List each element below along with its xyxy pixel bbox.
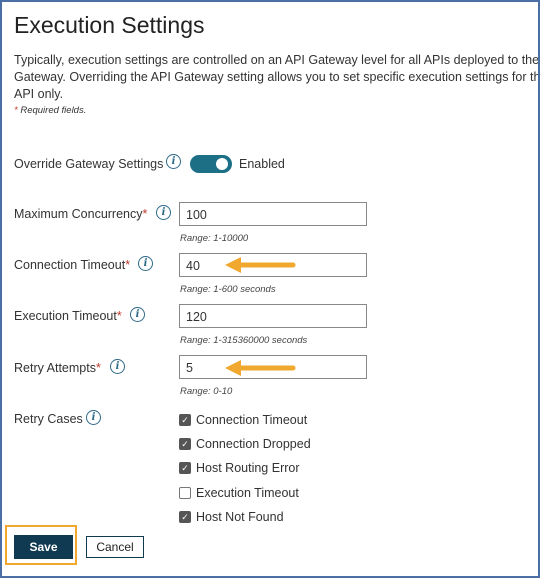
info-icon[interactable]: i xyxy=(130,307,145,322)
execution-timeout-label: Execution Timeout* xyxy=(14,309,122,323)
checkbox-checked-icon[interactable]: ✓ xyxy=(179,511,191,523)
retry-case-connection-dropped[interactable]: ✓ Connection Dropped xyxy=(179,437,311,451)
required-star: * xyxy=(116,309,122,323)
toggle-knob xyxy=(216,158,228,170)
max-concurrency-input[interactable]: 100 xyxy=(179,202,367,226)
execution-timeout-input[interactable]: 120 xyxy=(179,304,367,328)
required-note: * Required fields. xyxy=(14,105,86,116)
retry-attempts-hint: Range: 0-10 xyxy=(180,386,233,397)
checkbox-label: Execution Timeout xyxy=(196,486,299,500)
override-gateway-label: Override Gateway Settings xyxy=(14,157,164,171)
connection-timeout-label-text: Connection Timeout xyxy=(14,258,126,272)
arrow-left-icon xyxy=(225,360,296,376)
checkbox-checked-icon[interactable]: ✓ xyxy=(179,414,191,426)
retry-attempts-label: Retry Attempts* xyxy=(14,361,101,375)
retry-case-connection-timeout[interactable]: ✓ Connection Timeout xyxy=(179,413,307,427)
description-line: API only. xyxy=(14,87,64,101)
override-gateway-toggle[interactable] xyxy=(190,155,232,173)
required-star: * xyxy=(142,207,148,221)
checkbox-label: Host Not Found xyxy=(196,510,284,524)
execution-timeout-label-text: Execution Timeout xyxy=(14,309,117,323)
checkbox-label: Host Routing Error xyxy=(196,461,300,475)
required-star: * xyxy=(95,361,101,375)
info-icon[interactable]: i xyxy=(110,359,125,374)
arrow-left-icon xyxy=(225,257,296,273)
info-icon[interactable]: i xyxy=(156,205,171,220)
checkbox-checked-icon[interactable]: ✓ xyxy=(179,462,191,474)
override-gateway-state: Enabled xyxy=(239,157,285,171)
execution-timeout-hint: Range: 1-315360000 seconds xyxy=(180,335,308,346)
required-star: * xyxy=(125,258,131,272)
info-icon[interactable]: i xyxy=(166,154,181,169)
checkbox-unchecked-icon[interactable] xyxy=(179,487,191,499)
retry-cases-label: Retry Cases xyxy=(14,412,83,426)
connection-timeout-label: Connection Timeout* xyxy=(14,258,130,272)
page-title: Execution Settings xyxy=(14,12,205,38)
checkbox-label: Connection Timeout xyxy=(196,413,308,427)
page-description: Typically, execution settings are contro… xyxy=(14,52,540,103)
max-concurrency-label: Maximum Concurrency* xyxy=(14,207,147,221)
max-concurrency-hint: Range: 1-10000 xyxy=(180,233,249,244)
max-concurrency-label-text: Maximum Concurrency xyxy=(14,207,143,221)
info-icon[interactable]: i xyxy=(138,256,153,271)
execution-settings-panel: Execution Settings Typically, execution … xyxy=(0,0,540,578)
description-line: Typically, execution settings are contro… xyxy=(14,53,540,67)
checkbox-checked-icon[interactable]: ✓ xyxy=(179,438,191,450)
cancel-button[interactable]: Cancel xyxy=(86,536,144,558)
checkbox-label: Connection Dropped xyxy=(196,437,311,451)
required-star: * xyxy=(14,105,18,116)
save-button[interactable]: Save xyxy=(14,535,73,559)
retry-case-execution-timeout[interactable]: Execution Timeout xyxy=(179,486,299,500)
info-icon[interactable]: i xyxy=(86,410,101,425)
retry-attempts-label-text: Retry Attempts xyxy=(14,361,96,375)
connection-timeout-hint: Range: 1-600 seconds xyxy=(180,284,276,295)
required-note-text: Required fields. xyxy=(20,105,87,116)
retry-case-host-routing-error[interactable]: ✓ Host Routing Error xyxy=(179,461,300,475)
description-line: Gateway. Overriding the API Gateway sett… xyxy=(14,70,540,84)
retry-case-host-not-found[interactable]: ✓ Host Not Found xyxy=(179,510,284,524)
